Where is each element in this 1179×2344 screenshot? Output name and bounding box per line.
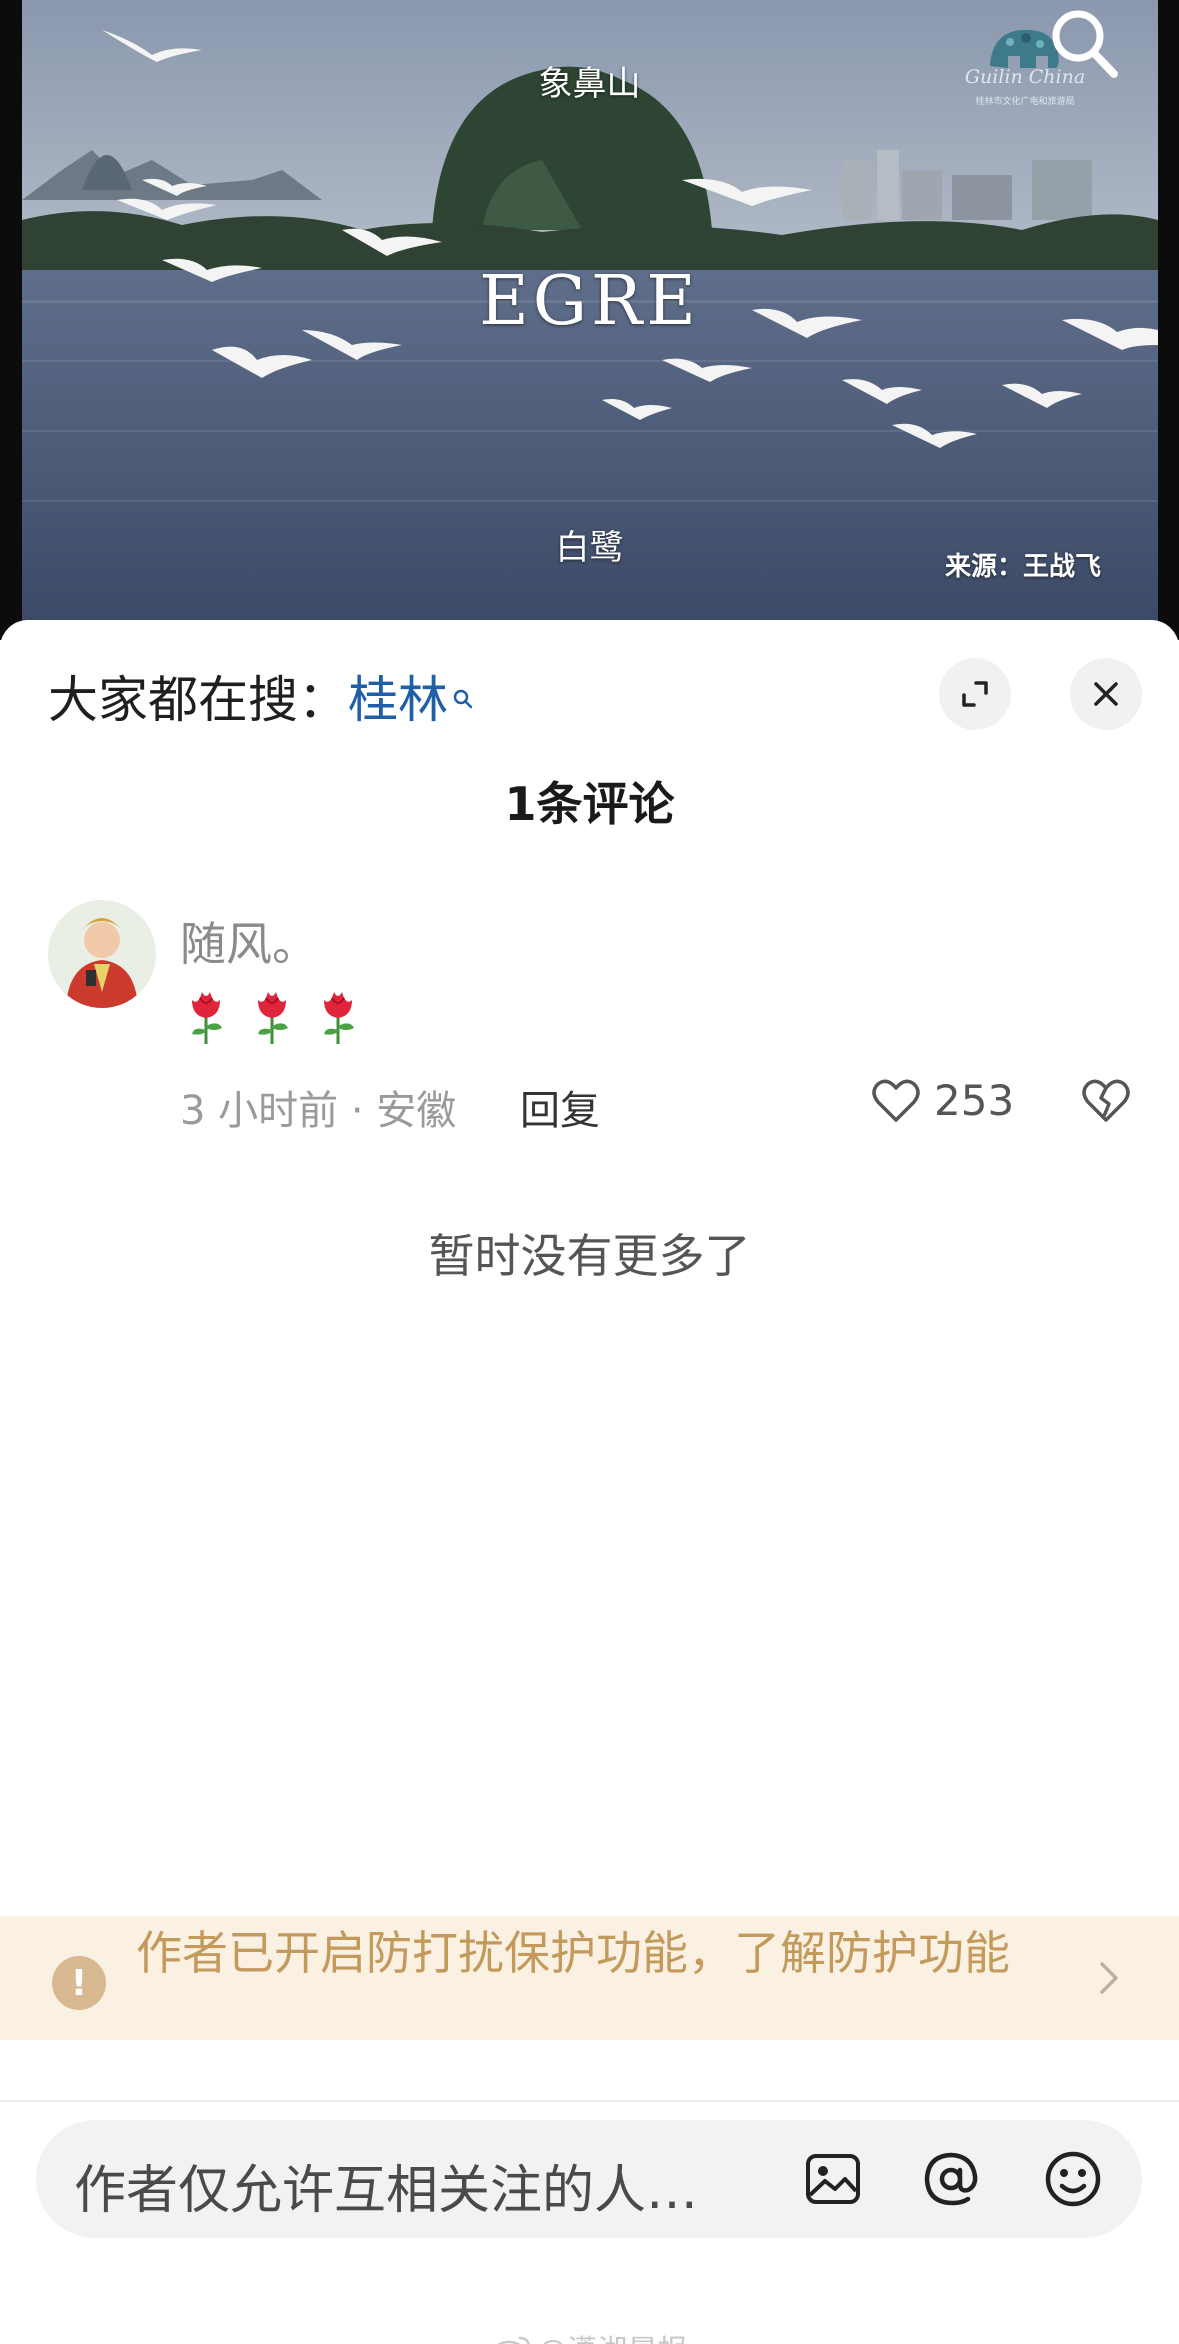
like-count: 253 — [934, 1075, 1015, 1125]
exclamation-icon: ! — [52, 1956, 106, 2010]
trending-search-prefix: 大家都在搜： — [48, 671, 348, 729]
comment-item: 随风。 3 小时前 · 安徽 回复 253 — [0, 900, 1179, 1150]
weibo-logo-icon — [492, 2334, 532, 2344]
rose-emoji-icon — [258, 992, 288, 1044]
expand-icon — [962, 681, 988, 707]
mention-button[interactable] — [920, 2148, 982, 2210]
close-icon — [1094, 682, 1118, 706]
comment-username[interactable]: 随风。 — [180, 908, 318, 974]
broken-heart-icon — [1082, 1079, 1130, 1122]
image-button[interactable] — [802, 2148, 864, 2210]
dislike-button[interactable] — [1078, 1072, 1134, 1132]
comment-meta: 3 小时前 · 安徽 — [180, 1088, 457, 1134]
protection-banner-text: 作者已开启防打扰保护功能，了解防护功能 — [136, 1926, 1010, 1980]
search-button[interactable] — [1040, 0, 1130, 90]
like-button[interactable]: 253 — [868, 1072, 1014, 1128]
smiley-icon — [1045, 2151, 1101, 2207]
reply-button[interactable]: 回复 — [520, 1078, 600, 1136]
search-icon — [1052, 10, 1118, 78]
comment-input[interactable]: 作者仅允许互相关注的人… — [36, 2120, 1142, 2238]
comment-input-placeholder: 作者仅允许互相关注的人… — [74, 2161, 699, 2221]
heart-icon — [872, 1079, 920, 1122]
rose-emoji-icon — [192, 992, 222, 1044]
rose-emoji-icon — [324, 992, 354, 1044]
watermark: @潇湘晨报 — [0, 2326, 1179, 2344]
trending-search: 大家都在搜：桂林 — [48, 660, 474, 732]
video-title-overlay: EGRE — [479, 262, 700, 341]
trending-search-term[interactable]: 桂林 — [348, 671, 448, 729]
end-of-list-text: 暂时没有更多了 — [428, 1229, 751, 1283]
video-player[interactable]: 象鼻山 EGRE 白鹭 来源：王战飞 Guilin China 桂林市文化广电和… — [0, 0, 1179, 640]
protection-banner[interactable]: ! 作者已开启防打扰保护功能，了解防护功能 — [0, 1916, 1179, 2040]
comment-content — [184, 986, 360, 1046]
logo-subtext: 桂林市文化广电和旅游局 — [975, 97, 1075, 107]
image-icon — [806, 2154, 860, 2204]
expand-button[interactable] — [939, 658, 1011, 730]
chevron-right-icon — [1096, 1956, 1124, 2004]
comment-sheet: 大家都在搜：桂林 1条评论 随风。 3 小时前 · 安徽 回复 253 暂时没有… — [0, 620, 1179, 2344]
small-search-icon — [452, 664, 474, 722]
watermark-text: @潇湘晨报 — [538, 2334, 688, 2344]
video-source-credit: 来源：王战飞 — [944, 552, 1101, 582]
at-sign-icon — [924, 2152, 978, 2206]
close-button[interactable] — [1070, 658, 1142, 730]
divider — [0, 2100, 1179, 2102]
emoji-button[interactable] — [1042, 2148, 1104, 2210]
comment-count-title: 1条评论 — [504, 777, 675, 831]
avatar[interactable] — [48, 900, 156, 1008]
